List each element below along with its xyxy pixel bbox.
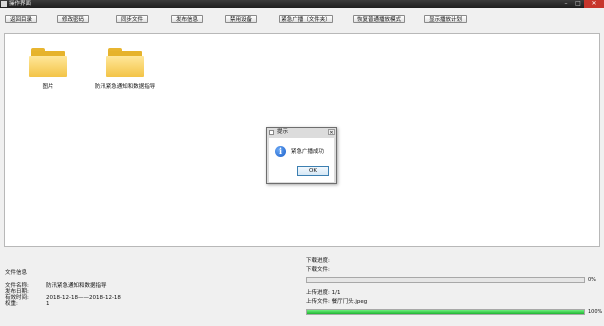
change-password-button[interactable]: 修改密码 bbox=[57, 15, 89, 23]
download-progress-bar bbox=[306, 277, 585, 283]
download-progress-label: 下载进度: bbox=[306, 258, 330, 264]
folder-item-flood-notice[interactable]: 防汛紧急通知和数据指导 bbox=[85, 46, 165, 90]
close-button[interactable]: ✕ bbox=[584, 0, 604, 8]
folder-item-pictures[interactable]: 图片 bbox=[8, 46, 88, 90]
publish-info-button[interactable]: 发布信息 bbox=[171, 15, 203, 23]
download-file-label: 下载文件: bbox=[306, 267, 330, 273]
upload-progress-fill bbox=[307, 310, 584, 314]
dialog-title-bar: 提示 bbox=[267, 128, 336, 137]
upload-progress-bar bbox=[306, 309, 585, 315]
folder-label: 图片 bbox=[42, 84, 54, 90]
window-title: 操作界面 bbox=[9, 1, 32, 7]
upload-file-label: 上传文件: 餐厅门头.jpeg bbox=[306, 299, 368, 305]
restore-normal-playback-button[interactable]: 恢复普通播放模式 bbox=[353, 15, 405, 23]
upload-percent: 100% bbox=[588, 309, 603, 315]
dialog-close-button[interactable]: ✕ bbox=[328, 129, 335, 136]
maximize-button[interactable]: □ bbox=[572, 0, 584, 8]
dialog-message: 紧急广播成功 bbox=[291, 149, 325, 155]
folder-label: 防汛紧急通知和数据指导 bbox=[94, 84, 156, 90]
folder-icon bbox=[29, 46, 67, 78]
file-info-heading: 文件信息 bbox=[5, 270, 28, 276]
download-percent: 0% bbox=[588, 277, 596, 283]
weight-label: 权重: bbox=[5, 301, 18, 307]
dialog-title: 提示 bbox=[277, 129, 289, 135]
message-dialog: 提示 ✕ i 紧急广播成功 OK bbox=[266, 127, 337, 184]
file-name-value: 防汛紧急通知和数据指导 bbox=[46, 283, 107, 289]
disable-device-button[interactable]: 禁用设备 bbox=[225, 15, 257, 23]
back-to-directory-button[interactable]: 返回目录 bbox=[5, 15, 37, 23]
sync-files-button[interactable]: 同步文件 bbox=[116, 15, 148, 23]
emergency-broadcast-button[interactable]: 紧急广播（文件夹） bbox=[279, 15, 333, 23]
ok-button[interactable]: OK bbox=[297, 166, 329, 176]
upload-progress-label: 上传进度: 1/1 bbox=[306, 290, 341, 296]
weight-row: 权重: 1 bbox=[5, 299, 50, 307]
title-bar: 操作界面 – □ ✕ bbox=[0, 0, 604, 8]
dialog-body: i 紧急广播成功 OK bbox=[269, 138, 334, 182]
folder-icon bbox=[106, 46, 144, 78]
valid-time-value: 2018-12-18——2018-12-18 bbox=[46, 295, 121, 301]
info-icon: i bbox=[275, 146, 286, 157]
weight-value: 1 bbox=[46, 301, 50, 307]
app-icon bbox=[1, 1, 7, 7]
dialog-app-icon bbox=[269, 130, 274, 135]
show-playback-plan-button[interactable]: 显示播放计划 bbox=[424, 15, 467, 23]
minimize-button[interactable]: – bbox=[560, 0, 572, 8]
